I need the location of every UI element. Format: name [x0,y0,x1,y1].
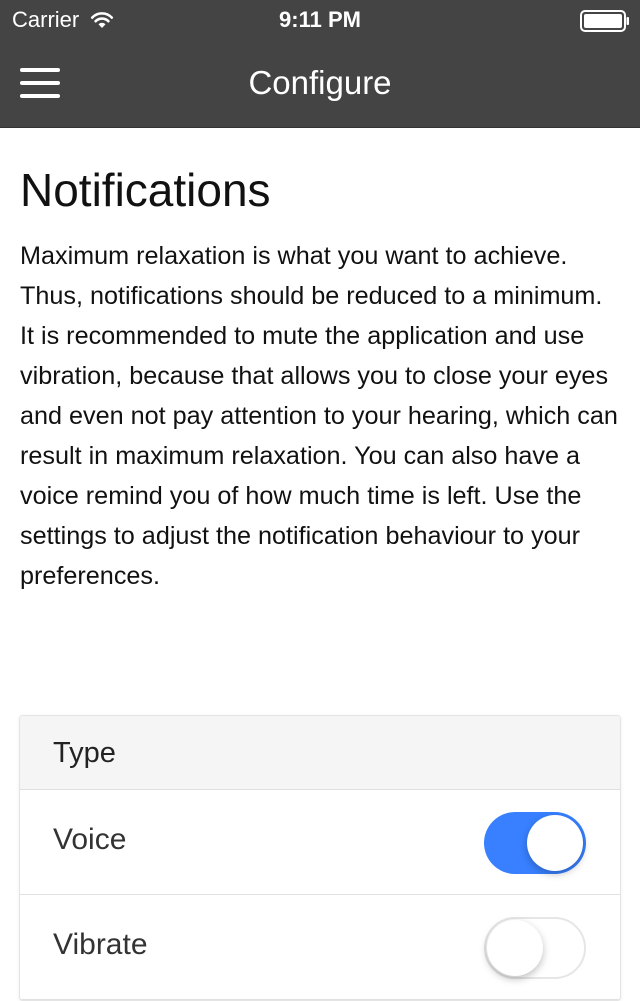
voice-toggle[interactable] [484,812,586,874]
status-bar: Carrier 9:11 PM [0,0,640,40]
main-content: Notifications Maximum relaxation is what… [20,128,620,596]
nav-bar: Configure [0,40,640,128]
nav-title: Configure [248,64,392,101]
vibrate-toggle[interactable] [484,917,586,979]
voice-label: Voice [53,823,127,856]
card-header: Type [20,716,620,790]
toggle-knob [527,815,583,871]
status-time: 9:11 PM [279,7,361,32]
notifications-description: Maximum relaxation is what you want to a… [20,242,618,590]
battery-icon [580,10,629,32]
page-title: Notifications [20,164,271,216]
notification-type-card: Type Voice Vibrate [19,715,621,1001]
setting-row-vibrate: Vibrate [20,895,620,1000]
setting-row-voice: Voice [20,790,620,895]
toggle-knob [487,920,543,976]
vibrate-label: Vibrate [53,928,148,961]
